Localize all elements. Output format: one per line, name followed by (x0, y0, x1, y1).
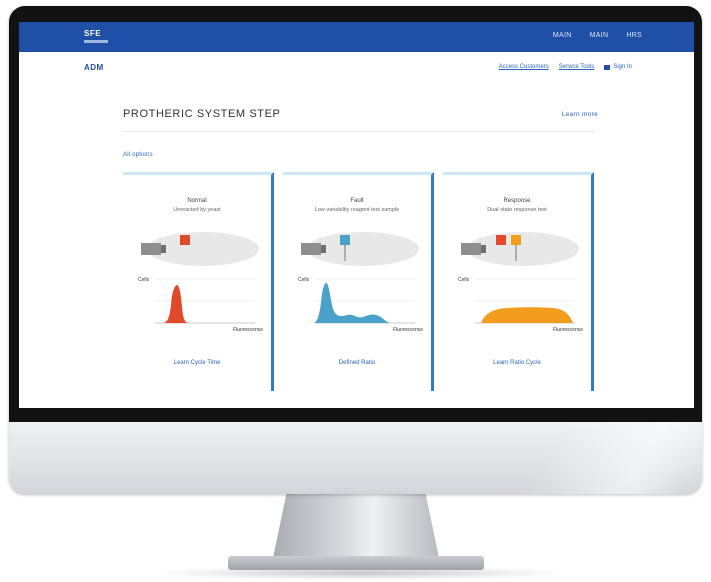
distribution-chart (155, 278, 255, 324)
sub-nav-link[interactable]: Service Tools (559, 64, 595, 70)
page-title: PROTHERIC SYSTEM STEP (123, 108, 281, 120)
sub-nav: ADM Access Customers Service Tools Sign … (19, 52, 694, 82)
top-bar: SFE MAIN MAIN HRS (19, 22, 694, 52)
top-nav: MAIN MAIN HRS (553, 32, 642, 39)
diagram-marker (340, 235, 350, 245)
diagram-probe (461, 243, 481, 255)
panel-link[interactable]: Learn Ratio Cycle (443, 360, 591, 366)
diagram-probe-tip (161, 245, 166, 253)
diagram-probe-tip (481, 245, 486, 253)
top-nav-item[interactable]: HRS (626, 32, 642, 39)
screen: SFE MAIN MAIN HRS ADM Access Customers S… (19, 22, 694, 408)
x-axis-label: Fluorescence (232, 327, 263, 333)
sign-in-link[interactable]: Sign In (604, 64, 632, 70)
distribution-area (313, 283, 391, 323)
panel-subtitle: Unreacted by yeast (173, 207, 221, 213)
user-icon (604, 64, 611, 70)
site-logo[interactable]: ADM (84, 63, 104, 72)
panel-title: Normal (187, 198, 207, 204)
sample-diagram (141, 232, 259, 266)
monitor-stand-base (228, 556, 484, 570)
panel-title: Response (503, 198, 531, 204)
distribution-area (161, 285, 189, 323)
section-link[interactable]: All options (123, 152, 153, 158)
sample-diagram (301, 232, 419, 266)
panel-link[interactable]: Learn Cycle Time (123, 360, 271, 366)
panel-fault: Fault Low variability reagent test sampl… (283, 172, 434, 391)
panel-title: Fault (350, 198, 364, 204)
sample-diagram (461, 232, 579, 266)
panel-subtitle: Low variability reagent test sample (314, 207, 400, 213)
diagram-marker (180, 235, 190, 245)
divider (123, 131, 595, 132)
header-link[interactable]: Learn more (562, 111, 598, 118)
diagram-marker (511, 235, 521, 245)
brand-logo[interactable]: SFE (84, 29, 101, 38)
top-nav-item[interactable]: MAIN (553, 32, 572, 39)
distribution-chart (313, 278, 415, 324)
brand-underline (84, 40, 108, 43)
x-axis-label: Fluorescence (552, 327, 583, 333)
diagram-probe (301, 243, 321, 255)
panel-response: Response Dual-state response test Cells … (443, 172, 594, 391)
top-nav-item[interactable]: MAIN (590, 32, 609, 39)
sub-nav-link[interactable]: Access Customers (499, 64, 549, 70)
distribution-area (481, 307, 573, 323)
monitor-chin (9, 422, 702, 494)
x-axis-label: Fluorescence (392, 327, 423, 333)
monitor-stand-neck (273, 494, 439, 558)
panel-normal: Normal Unreacted by yeast Cells Fluoresc… (123, 172, 274, 391)
diagram-probe (141, 243, 161, 255)
screen-glare (472, 422, 702, 494)
distribution-chart (475, 278, 575, 324)
sign-in-label: Sign In (613, 64, 632, 70)
panel-link[interactable]: Defined Ratio (283, 360, 431, 366)
diagram-marker (496, 235, 506, 245)
diagram-probe-tip (321, 245, 326, 253)
panel-subtitle: Dual-state response test (487, 207, 547, 213)
sub-nav-links: Access Customers Service Tools Sign In (499, 64, 632, 70)
